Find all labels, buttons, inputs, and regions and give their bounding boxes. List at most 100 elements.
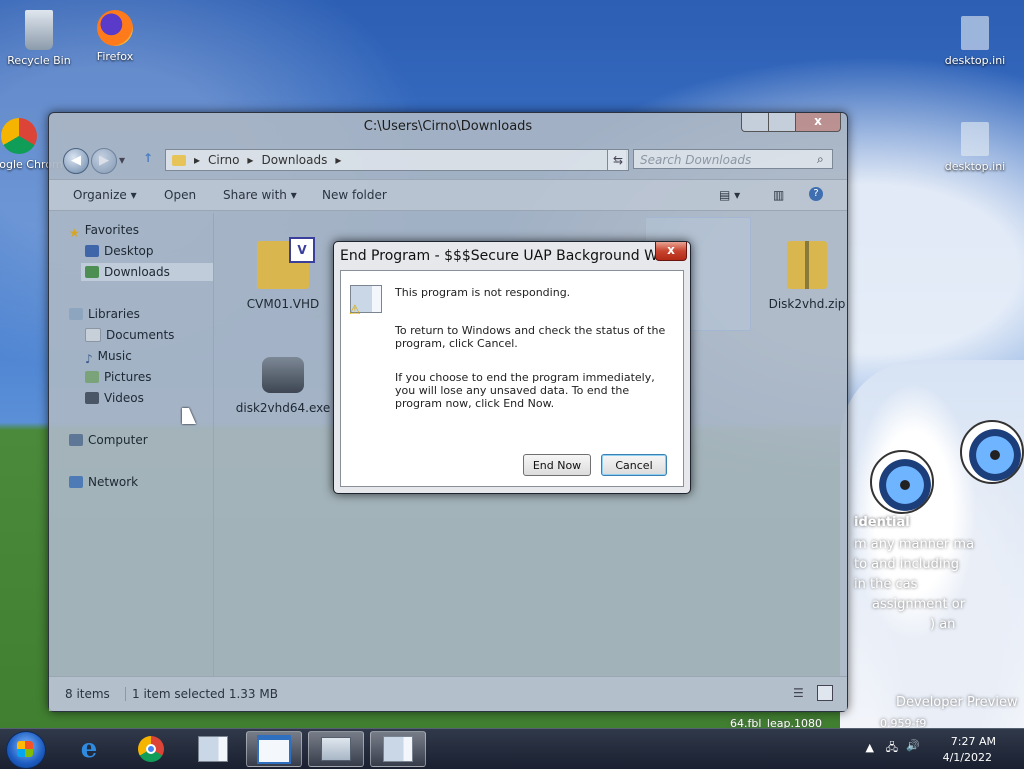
warning-icon: ⚠ bbox=[349, 303, 361, 318]
dialog-close-button[interactable]: x bbox=[655, 242, 687, 261]
desktop-icon-label: Firefox bbox=[96, 50, 134, 63]
desktop-icon-label: desktop.ini bbox=[944, 160, 1006, 173]
help-icon[interactable]: ? bbox=[809, 187, 823, 201]
computer-icon bbox=[69, 434, 83, 446]
nav-label: Libraries bbox=[88, 307, 140, 321]
dialog-body: ⚠ This program is not responding. To ret… bbox=[340, 270, 684, 487]
file-item-disk2vhd-zip[interactable]: Disk2vhd.zip bbox=[757, 241, 857, 311]
downloads-icon bbox=[85, 266, 99, 278]
internet-explorer-icon: e bbox=[80, 734, 98, 764]
dialog-message-1: This program is not responding. bbox=[395, 286, 571, 299]
taskbar-explorer-button[interactable] bbox=[246, 731, 302, 767]
file-name: CVM01.VHD bbox=[246, 297, 320, 311]
details-view-icon[interactable]: ☰ bbox=[793, 686, 804, 700]
nav-label: Music bbox=[97, 349, 132, 363]
large-icons-view-icon[interactable] bbox=[817, 685, 833, 701]
documents-icon bbox=[85, 328, 101, 342]
program-window-icon bbox=[198, 736, 228, 762]
wallpaper-text: Developer Preview bbox=[896, 695, 1018, 710]
breadcrumb-separator-icon: ▸ bbox=[247, 153, 254, 167]
address-bar[interactable]: ▸ Cirno ▸ Downloads ▸ ▾ bbox=[165, 149, 627, 171]
taskbar-dialog-button[interactable] bbox=[370, 731, 426, 767]
zip-folder-icon bbox=[787, 241, 827, 289]
breadcrumb-separator-icon: ▸ bbox=[194, 153, 201, 167]
recent-pages-chevron-icon[interactable]: ▾ bbox=[119, 153, 125, 167]
volume-icon[interactable]: 🔊 bbox=[906, 739, 920, 752]
end-program-dialog: End Program - $$$Secure UAP Background W… bbox=[333, 241, 691, 494]
wallpaper-text: assignment or bbox=[872, 597, 966, 612]
nav-desktop[interactable]: Desktop bbox=[85, 242, 154, 260]
cancel-button[interactable]: Cancel bbox=[601, 454, 667, 476]
nav-pictures[interactable]: Pictures bbox=[85, 368, 152, 386]
organize-button[interactable]: Organize ▾ bbox=[73, 188, 137, 202]
item-count: 8 items bbox=[65, 687, 110, 701]
windows-logo-icon bbox=[17, 741, 33, 757]
minimize-button[interactable] bbox=[741, 113, 769, 132]
breadcrumb-item-cirno[interactable]: Cirno bbox=[208, 153, 239, 167]
nav-documents[interactable]: Documents bbox=[85, 326, 174, 344]
refresh-button[interactable]: ⇆ bbox=[607, 149, 629, 171]
taskbar-ie-button[interactable]: e bbox=[62, 731, 116, 767]
window-title: C:\Users\Cirno\Downloads bbox=[363, 119, 533, 134]
view-options-icon[interactable]: ▤ ▾ bbox=[719, 188, 740, 202]
command-bar: Organize ▾ Open Share with ▾ New folder … bbox=[49, 179, 847, 211]
chrome-icon bbox=[1, 118, 37, 154]
selection-info: 1 item selected 1.33 MB bbox=[125, 687, 278, 701]
network-status-icon[interactable]: 🖧 bbox=[886, 739, 898, 758]
nav-videos[interactable]: Videos bbox=[85, 389, 144, 407]
maximize-button[interactable] bbox=[768, 113, 796, 132]
nav-label: Network bbox=[88, 475, 139, 489]
desktop-icon-chrome[interactable]: Google Chrome bbox=[0, 118, 69, 171]
breadcrumb-item-downloads[interactable]: Downloads bbox=[261, 153, 327, 167]
nav-music[interactable]: ♪ Music bbox=[85, 347, 132, 366]
nav-libraries[interactable]: Libraries bbox=[69, 305, 140, 323]
nav-favorites[interactable]: ★ Favorites bbox=[69, 221, 139, 240]
preview-pane-icon[interactable]: ▥ bbox=[773, 188, 784, 202]
show-hidden-icons-icon[interactable]: ▲ bbox=[866, 741, 874, 754]
desktop-icon-recycle-bin[interactable]: Recycle Bin bbox=[4, 10, 74, 67]
end-now-button[interactable]: End Now bbox=[523, 454, 591, 476]
clock-date[interactable]: 4/1/2022 bbox=[943, 751, 992, 764]
start-button[interactable] bbox=[6, 731, 46, 769]
nav-label: Documents bbox=[106, 328, 175, 342]
close-button[interactable]: x bbox=[795, 113, 841, 132]
desktop-icon-ini-2[interactable]: desktop.ini bbox=[940, 122, 1010, 173]
program-window-icon bbox=[383, 736, 413, 762]
taskbar-app-button[interactable] bbox=[186, 731, 240, 767]
network-icon bbox=[69, 476, 83, 488]
task-manager-icon bbox=[321, 737, 351, 761]
nav-computer[interactable]: Computer bbox=[69, 431, 148, 449]
wallpaper-eye bbox=[960, 420, 1024, 484]
desktop-icon-ini-1[interactable]: desktop.ini bbox=[940, 16, 1010, 67]
taskbar-chrome-button[interactable] bbox=[124, 731, 178, 767]
nav-label: Pictures bbox=[104, 370, 152, 384]
search-input[interactable]: Search Downloads bbox=[633, 149, 833, 169]
share-with-button[interactable]: Share with ▾ bbox=[223, 188, 297, 202]
wallpaper-eye bbox=[870, 450, 934, 514]
clock-time[interactable]: 7:27 AM bbox=[951, 735, 996, 748]
up-arrow-icon[interactable]: ↑ bbox=[143, 151, 153, 165]
nav-label: Favorites bbox=[84, 223, 139, 237]
forward-button[interactable]: ▶ bbox=[91, 148, 117, 174]
open-button[interactable]: Open bbox=[164, 188, 196, 202]
settings-file-icon bbox=[961, 122, 989, 156]
chrome-icon bbox=[138, 736, 164, 762]
desktop-icon-firefox[interactable]: Firefox bbox=[80, 10, 150, 63]
wallpaper-text: in the cas bbox=[854, 577, 918, 592]
desktop-icon-label: desktop.ini bbox=[944, 54, 1006, 67]
back-button[interactable]: ◀ bbox=[63, 148, 89, 174]
executable-icon bbox=[262, 357, 304, 393]
dialog-message-3: If you choose to end the program immedia… bbox=[395, 371, 655, 410]
breadcrumb-separator-icon: ▸ bbox=[335, 153, 342, 167]
dialog-title: End Program - $$$Secure UAP Background W… bbox=[340, 248, 675, 264]
nav-downloads[interactable]: Downloads bbox=[81, 263, 213, 281]
file-item-disk2vhd64[interactable]: disk2vhd64.exe bbox=[233, 357, 333, 415]
firefox-icon bbox=[97, 10, 133, 46]
nav-network[interactable]: Network bbox=[69, 473, 138, 491]
nav-label: Desktop bbox=[104, 244, 154, 258]
taskbar-task-manager-button[interactable] bbox=[308, 731, 364, 767]
file-item-cvm01[interactable]: V CVM01.VHD bbox=[233, 237, 333, 311]
navigation-bar: ◀ ▶ ▾ ↑ ▸ Cirno ▸ Downloads ▸ ▾ ⇆ Search… bbox=[59, 147, 837, 174]
dialog-message-2: To return to Windows and check the statu… bbox=[395, 324, 666, 350]
new-folder-button[interactable]: New folder bbox=[322, 188, 387, 202]
